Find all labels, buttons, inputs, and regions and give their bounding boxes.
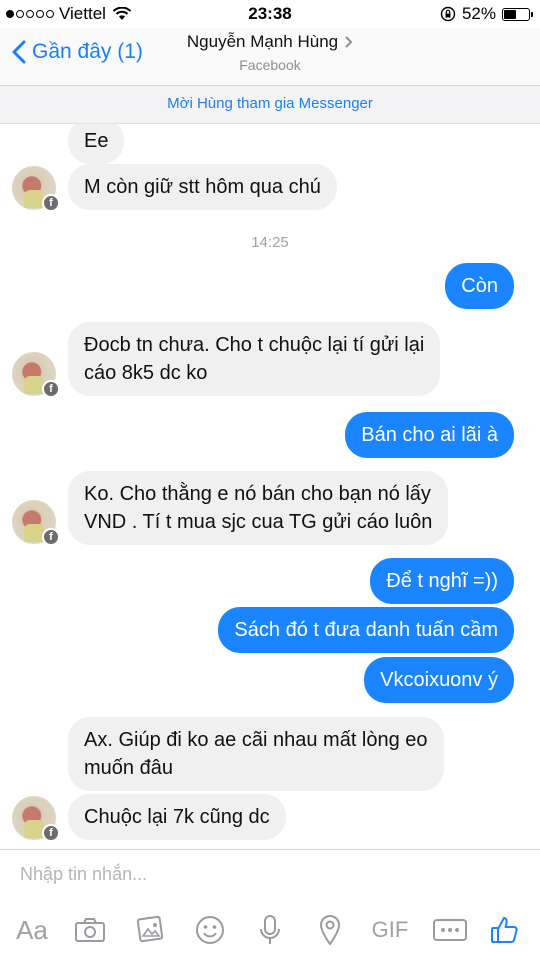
composer-toolbar: Aa GIF [0,910,540,950]
battery-icon [502,7,533,21]
outgoing-message[interactable]: Sách đó t đưa danh tuấn cầm [218,607,514,653]
location-icon[interactable] [310,910,350,950]
composer: Nhập tin nhắn... Aa GIF [0,849,540,960]
text-style-button[interactable]: Aa [10,910,54,950]
message-input[interactable]: Nhập tin nhắn... [20,864,147,885]
avatar[interactable]: f [12,796,60,842]
like-icon[interactable] [484,910,524,950]
facebook-badge-icon: f [42,824,60,842]
status-bar: Viettel 23:38 52% [0,0,540,28]
message-thread[interactable]: Ee f M còn giữ stt hôm qua chú 14:25 Còn… [0,124,540,849]
conversation-header: Gần đây (1) Nguyễn Mạnh Hùng Facebook [0,28,540,86]
photo-icon[interactable] [130,910,170,950]
message-line: muốn đâu [84,757,173,779]
contact-name: Nguyễn Mạnh Hùng [186,32,339,51]
message-line: cáo 8k5 dc ko [84,362,208,384]
gif-button[interactable]: GIF [366,910,414,950]
chevron-right-icon [345,36,353,48]
outgoing-message[interactable]: Để t nghĩ =)) [370,558,514,604]
facebook-badge-icon: f [42,528,60,546]
incoming-message[interactable]: Ko. Cho thằng e nó bán cho bạn nó lấy VN… [68,471,449,545]
emoji-icon[interactable] [190,910,230,950]
battery-percent: 52% [461,4,496,23]
message-line: Ko. Cho thằng e nó bán cho bạn nó lấy [84,483,431,505]
contact-platform: Facebook [239,57,301,73]
rotation-lock-icon [440,6,456,22]
camera-icon[interactable] [70,910,110,950]
outgoing-message[interactable]: Còn [445,263,514,309]
facebook-badge-icon: f [42,194,60,212]
message-line: Đocb tn chưa. Cho t chuộc lại tí gửi lại [84,334,425,356]
message-line: Ax. Giúp đi ko ae cãi nhau mất lòng eo [84,729,428,751]
outgoing-message[interactable]: Vkcoixuonv ý [364,657,514,703]
contact-info[interactable]: Nguyễn Mạnh Hùng Facebook [0,32,540,73]
battery-area: 52% [440,4,533,24]
microphone-icon[interactable] [250,910,290,950]
avatar[interactable]: f [12,500,60,546]
incoming-message[interactable]: M còn giữ stt hôm qua chú [68,164,337,210]
invite-banner[interactable]: Mời Hùng tham gia Messenger [0,86,540,124]
avatar[interactable]: f [12,166,60,212]
incoming-message[interactable]: Chuộc lại 7k cũng dc [68,794,286,840]
incoming-message[interactable]: Ax. Giúp đi ko ae cãi nhau mất lòng eo m… [68,717,444,791]
avatar[interactable]: f [12,352,60,398]
message-line: VND . Tí t mua sjc cua TG gửi cáo luôn [84,511,433,533]
outgoing-message[interactable]: Bán cho ai lãi à [345,412,514,458]
incoming-message[interactable]: Đocb tn chưa. Cho t chuộc lại tí gửi lại… [68,322,441,396]
more-icon[interactable] [430,910,470,950]
timestamp: 14:25 [251,234,289,251]
facebook-badge-icon: f [42,380,60,398]
incoming-message[interactable]: Ee [68,124,125,164]
